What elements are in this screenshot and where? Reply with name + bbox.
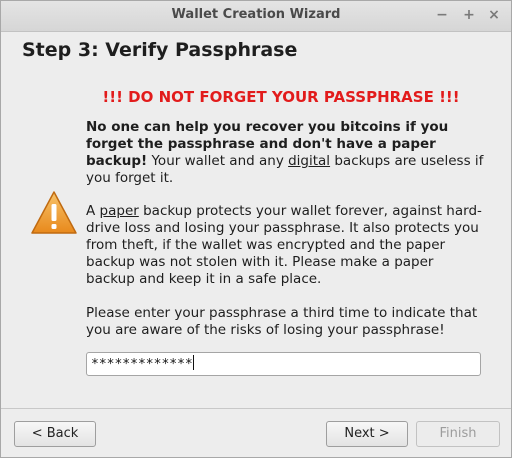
- back-button[interactable]: < Back: [14, 421, 96, 447]
- wizard-window: Wallet Creation Wizard − + × Step 3: Ver…: [0, 0, 512, 458]
- instruction-paragraph: Please enter your passphrase a third tim…: [86, 305, 478, 338]
- passphrase-input[interactable]: *************: [86, 352, 481, 376]
- digital-link: digital: [288, 153, 331, 169]
- page-title: Step 3: Verify Passphrase: [22, 39, 298, 61]
- next-button[interactable]: Next >: [326, 421, 408, 447]
- close-button[interactable]: ×: [485, 6, 503, 24]
- paper-link: paper: [99, 203, 139, 219]
- warning-triangle-icon: [31, 191, 77, 234]
- title-bar[interactable]: Wallet Creation Wizard − + ×: [1, 1, 511, 32]
- paper-backup-paragraph: A paper backup protects your wallet fore…: [86, 203, 486, 288]
- warning-paragraph: No one can help you recover you bitcoins…: [86, 119, 486, 187]
- paragraph-text: backup protects your wallet forever, aga…: [86, 203, 482, 287]
- passphrase-value: *************: [91, 357, 193, 372]
- warning-heading: !!! DO NOT FORGET YOUR PASSPHRASE !!!: [102, 88, 460, 106]
- divider: [1, 408, 511, 409]
- paragraph-text: A: [86, 203, 100, 219]
- maximize-button[interactable]: +: [460, 6, 478, 24]
- paragraph-text: Your wallet and any: [147, 153, 289, 169]
- minimize-button[interactable]: −: [433, 6, 451, 24]
- text-cursor: [192, 355, 194, 370]
- finish-button[interactable]: Finish: [416, 421, 500, 447]
